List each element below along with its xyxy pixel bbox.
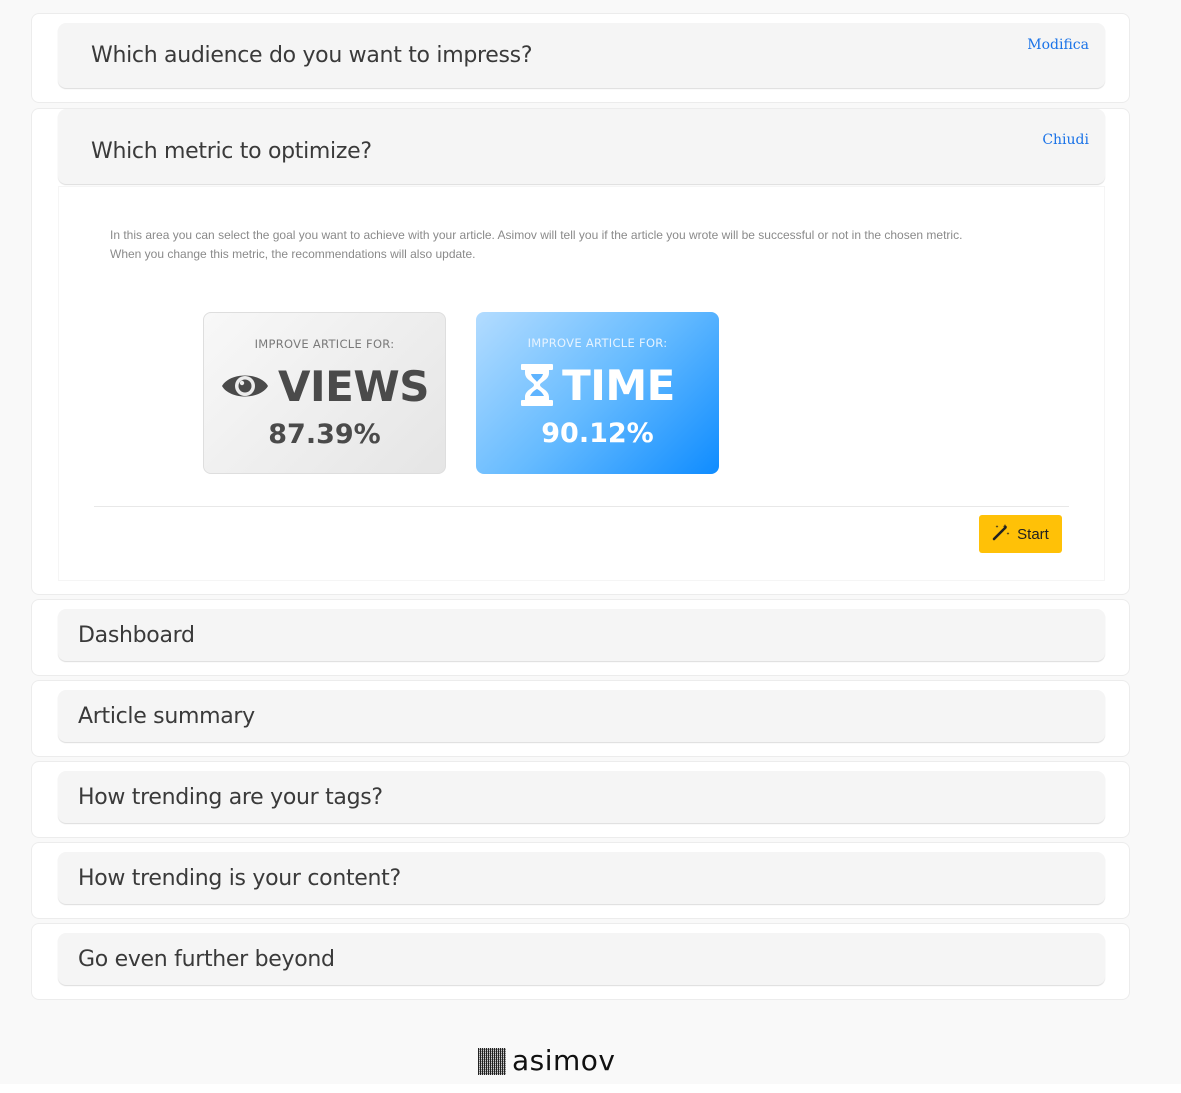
beyond-section: Go even further beyond — [31, 923, 1130, 1000]
views-score: 87.39% — [268, 419, 381, 450]
eye-icon — [220, 369, 270, 403]
views-name-row: VIEWS — [204, 359, 445, 413]
start-button-label: Start — [1017, 525, 1049, 543]
time-card-label: IMPROVE ARTICLE FOR: — [527, 336, 668, 350]
close-metric-link[interactable]: Chiudi — [1042, 132, 1089, 148]
tags-section: How trending are your tags? — [31, 761, 1130, 838]
audience-header[interactable]: Which audience do you want to impress? M… — [58, 23, 1105, 88]
audience-title: Which audience do you want to impress? — [91, 43, 533, 68]
edit-audience-link[interactable]: Modifica — [1027, 37, 1089, 53]
logo-text: asimov — [512, 1044, 616, 1077]
beyond-title: Go even further beyond — [78, 947, 335, 972]
metric-description: In this area you can select the goal you… — [110, 226, 1060, 264]
article-summary-section: Article summary — [31, 680, 1130, 757]
metric-title: Which metric to optimize? — [91, 139, 372, 164]
metric-section: Which metric to optimize? Chiudi In this… — [31, 108, 1130, 595]
divider — [94, 506, 1069, 507]
dashboard-title: Dashboard — [78, 623, 195, 648]
views-metric-card[interactable]: IMPROVE ARTICLE FOR: VIEWS 87.39% — [203, 312, 446, 474]
views-name: VIEWS — [278, 361, 429, 411]
views-card-label: IMPROVE ARTICLE FOR: — [254, 337, 395, 351]
metric-panel: In this area you can select the goal you… — [58, 186, 1105, 581]
metric-header[interactable]: Which metric to optimize? Chiudi — [58, 109, 1105, 184]
tags-header[interactable]: How trending are your tags? — [58, 771, 1105, 823]
description-line: In this area you can select the goal you… — [110, 228, 963, 242]
logo-mark-icon — [478, 1047, 506, 1075]
time-metric-card[interactable]: IMPROVE ARTICLE FOR: TIME 90.12% — [476, 312, 719, 474]
article-summary-title: Article summary — [78, 704, 255, 729]
magic-wand-icon — [992, 523, 1010, 545]
content-header[interactable]: How trending is your content? — [58, 852, 1105, 904]
dashboard-section: Dashboard — [31, 599, 1130, 676]
time-score: 90.12% — [541, 418, 654, 449]
audience-section: Which audience do you want to impress? M… — [31, 13, 1130, 103]
time-name-row: TIME — [476, 358, 719, 412]
asimov-logo: asimov — [478, 1045, 616, 1077]
dashboard-header[interactable]: Dashboard — [58, 609, 1105, 661]
time-name: TIME — [562, 360, 675, 410]
article-summary-header[interactable]: Article summary — [58, 690, 1105, 742]
content-title: How trending is your content? — [78, 866, 401, 891]
tags-title: How trending are your tags? — [78, 785, 383, 810]
description-line: When you change this metric, the recomme… — [110, 247, 476, 261]
hourglass-icon — [520, 363, 554, 407]
content-section: How trending is your content? — [31, 842, 1130, 919]
beyond-header[interactable]: Go even further beyond — [58, 933, 1105, 985]
start-button[interactable]: Start — [979, 515, 1062, 553]
